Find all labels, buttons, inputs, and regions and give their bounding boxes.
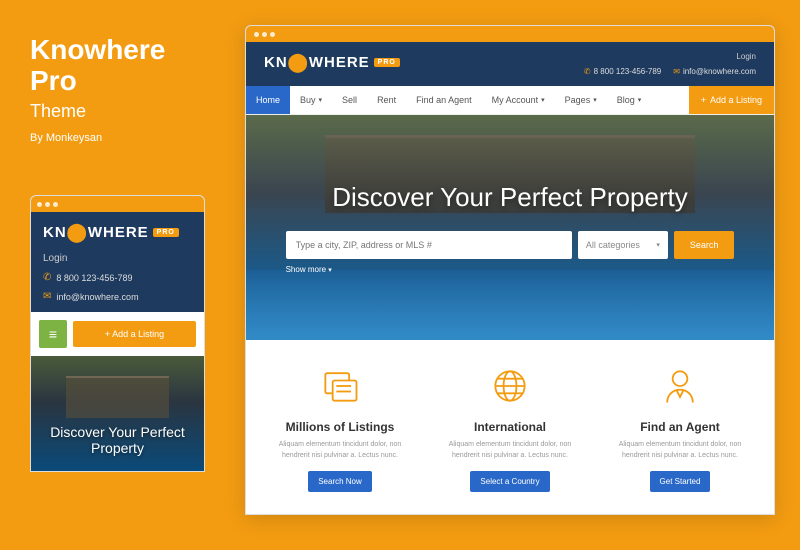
mobile-phone[interactable]: ✆8 800 123-456-789	[43, 272, 192, 283]
chevron-down-icon: ▾	[319, 96, 323, 104]
feature-desc: Aliquam elementum tincidunt dolor, non h…	[604, 440, 756, 461]
feature-title: Find an Agent	[604, 420, 756, 434]
search-input[interactable]	[286, 231, 572, 259]
select-country-button[interactable]: Select a Country	[470, 471, 549, 492]
nav-buy[interactable]: Buy▾	[290, 86, 332, 114]
pin-icon: ⬤	[288, 52, 309, 73]
search-bar: All categories▾ Search	[286, 231, 735, 259]
nav-my-account[interactable]: My Account▾	[482, 86, 555, 114]
chevron-down-icon: ▾	[638, 96, 642, 104]
feature-title: Millions of Listings	[264, 420, 416, 434]
show-more-link[interactable]: Show more ▾	[286, 265, 332, 274]
hero-title: Discover Your Perfect Property	[332, 182, 688, 213]
promo-title-1: Knowhere	[30, 35, 205, 66]
feature-desc: Aliquam elementum tincidunt dolor, non h…	[264, 440, 416, 461]
pin-icon: ⬤	[67, 222, 88, 243]
header-phone[interactable]: ✆8 800 123-456-789	[584, 67, 661, 76]
mobile-preview: KN⬤WHEREPRO Login ✆8 800 123-456-789 ✉in…	[30, 195, 205, 472]
nav-blog[interactable]: Blog▾	[607, 86, 652, 114]
mobile-nav: ≡ + Add a Listing	[31, 312, 204, 356]
nav-rent[interactable]: Rent	[367, 86, 406, 114]
main-nav: Home Buy▾ Sell Rent Find an Agent My Acc…	[246, 86, 774, 115]
promo-subtitle: Theme	[30, 101, 205, 122]
chevron-down-icon: ▾	[541, 96, 545, 104]
nav-find-agent[interactable]: Find an Agent	[406, 86, 482, 114]
feature-international: International Aliquam elementum tincidun…	[434, 362, 586, 492]
agent-icon	[656, 362, 704, 410]
features-row: Millions of Listings Aliquam elementum t…	[246, 340, 774, 514]
feature-title: International	[434, 420, 586, 434]
listings-icon	[316, 362, 364, 410]
search-button[interactable]: Search	[674, 231, 735, 259]
mobile-email[interactable]: ✉info@knowhere.com	[43, 291, 192, 302]
category-select[interactable]: All categories▾	[578, 231, 668, 259]
globe-icon	[486, 362, 534, 410]
mobile-window-bar	[31, 196, 204, 212]
chevron-down-icon: ▾	[593, 96, 597, 104]
desktop-header: KN⬤WHEREPRO Login ✆8 800 123-456-789 ✉in…	[246, 42, 774, 86]
get-started-button[interactable]: Get Started	[650, 471, 711, 492]
pro-badge: PRO	[374, 58, 400, 67]
mobile-hero-title: Discover Your Perfect Property	[31, 424, 204, 456]
nav-home[interactable]: Home	[246, 86, 290, 114]
mobile-login-link[interactable]: Login	[43, 253, 192, 264]
mobile-add-listing-button[interactable]: + Add a Listing	[73, 321, 196, 347]
desktop-preview: KN⬤WHEREPRO Login ✆8 800 123-456-789 ✉in…	[245, 25, 775, 515]
hero: Discover Your Perfect Property All categ…	[246, 115, 774, 340]
chevron-down-icon: ▾	[656, 241, 660, 249]
promo-title-2: Pro	[30, 66, 205, 97]
mobile-header: KN⬤WHEREPRO Login ✆8 800 123-456-789 ✉in…	[31, 212, 204, 312]
pro-badge: PRO	[153, 228, 179, 237]
phone-icon: ✆	[43, 272, 51, 283]
nav-sell[interactable]: Sell	[332, 86, 367, 114]
hamburger-button[interactable]: ≡	[39, 320, 67, 348]
plus-icon: +	[701, 95, 706, 105]
phone-icon: ✆	[584, 67, 591, 76]
promo-byline: By Monkeysan	[30, 132, 205, 144]
add-listing-button[interactable]: +Add a Listing	[689, 86, 774, 114]
chevron-down-icon: ▾	[328, 267, 332, 274]
email-icon: ✉	[673, 67, 680, 76]
feature-desc: Aliquam elementum tincidunt dolor, non h…	[434, 440, 586, 461]
login-link[interactable]: Login	[584, 52, 756, 61]
logo: KN⬤WHEREPRO	[264, 52, 400, 73]
feature-agent: Find an Agent Aliquam elementum tincidun…	[604, 362, 756, 492]
logo: KN⬤WHEREPRO	[43, 222, 192, 243]
nav-pages[interactable]: Pages▾	[555, 86, 607, 114]
mobile-hero: Discover Your Perfect Property	[31, 356, 204, 471]
promo-sidebar: Knowhere Pro Theme By Monkeysan	[30, 35, 205, 144]
email-icon: ✉	[43, 291, 51, 302]
header-email[interactable]: ✉info@knowhere.com	[673, 67, 756, 76]
search-now-button[interactable]: Search Now	[308, 471, 372, 492]
feature-listings: Millions of Listings Aliquam elementum t…	[264, 362, 416, 492]
desktop-window-bar	[246, 26, 774, 42]
